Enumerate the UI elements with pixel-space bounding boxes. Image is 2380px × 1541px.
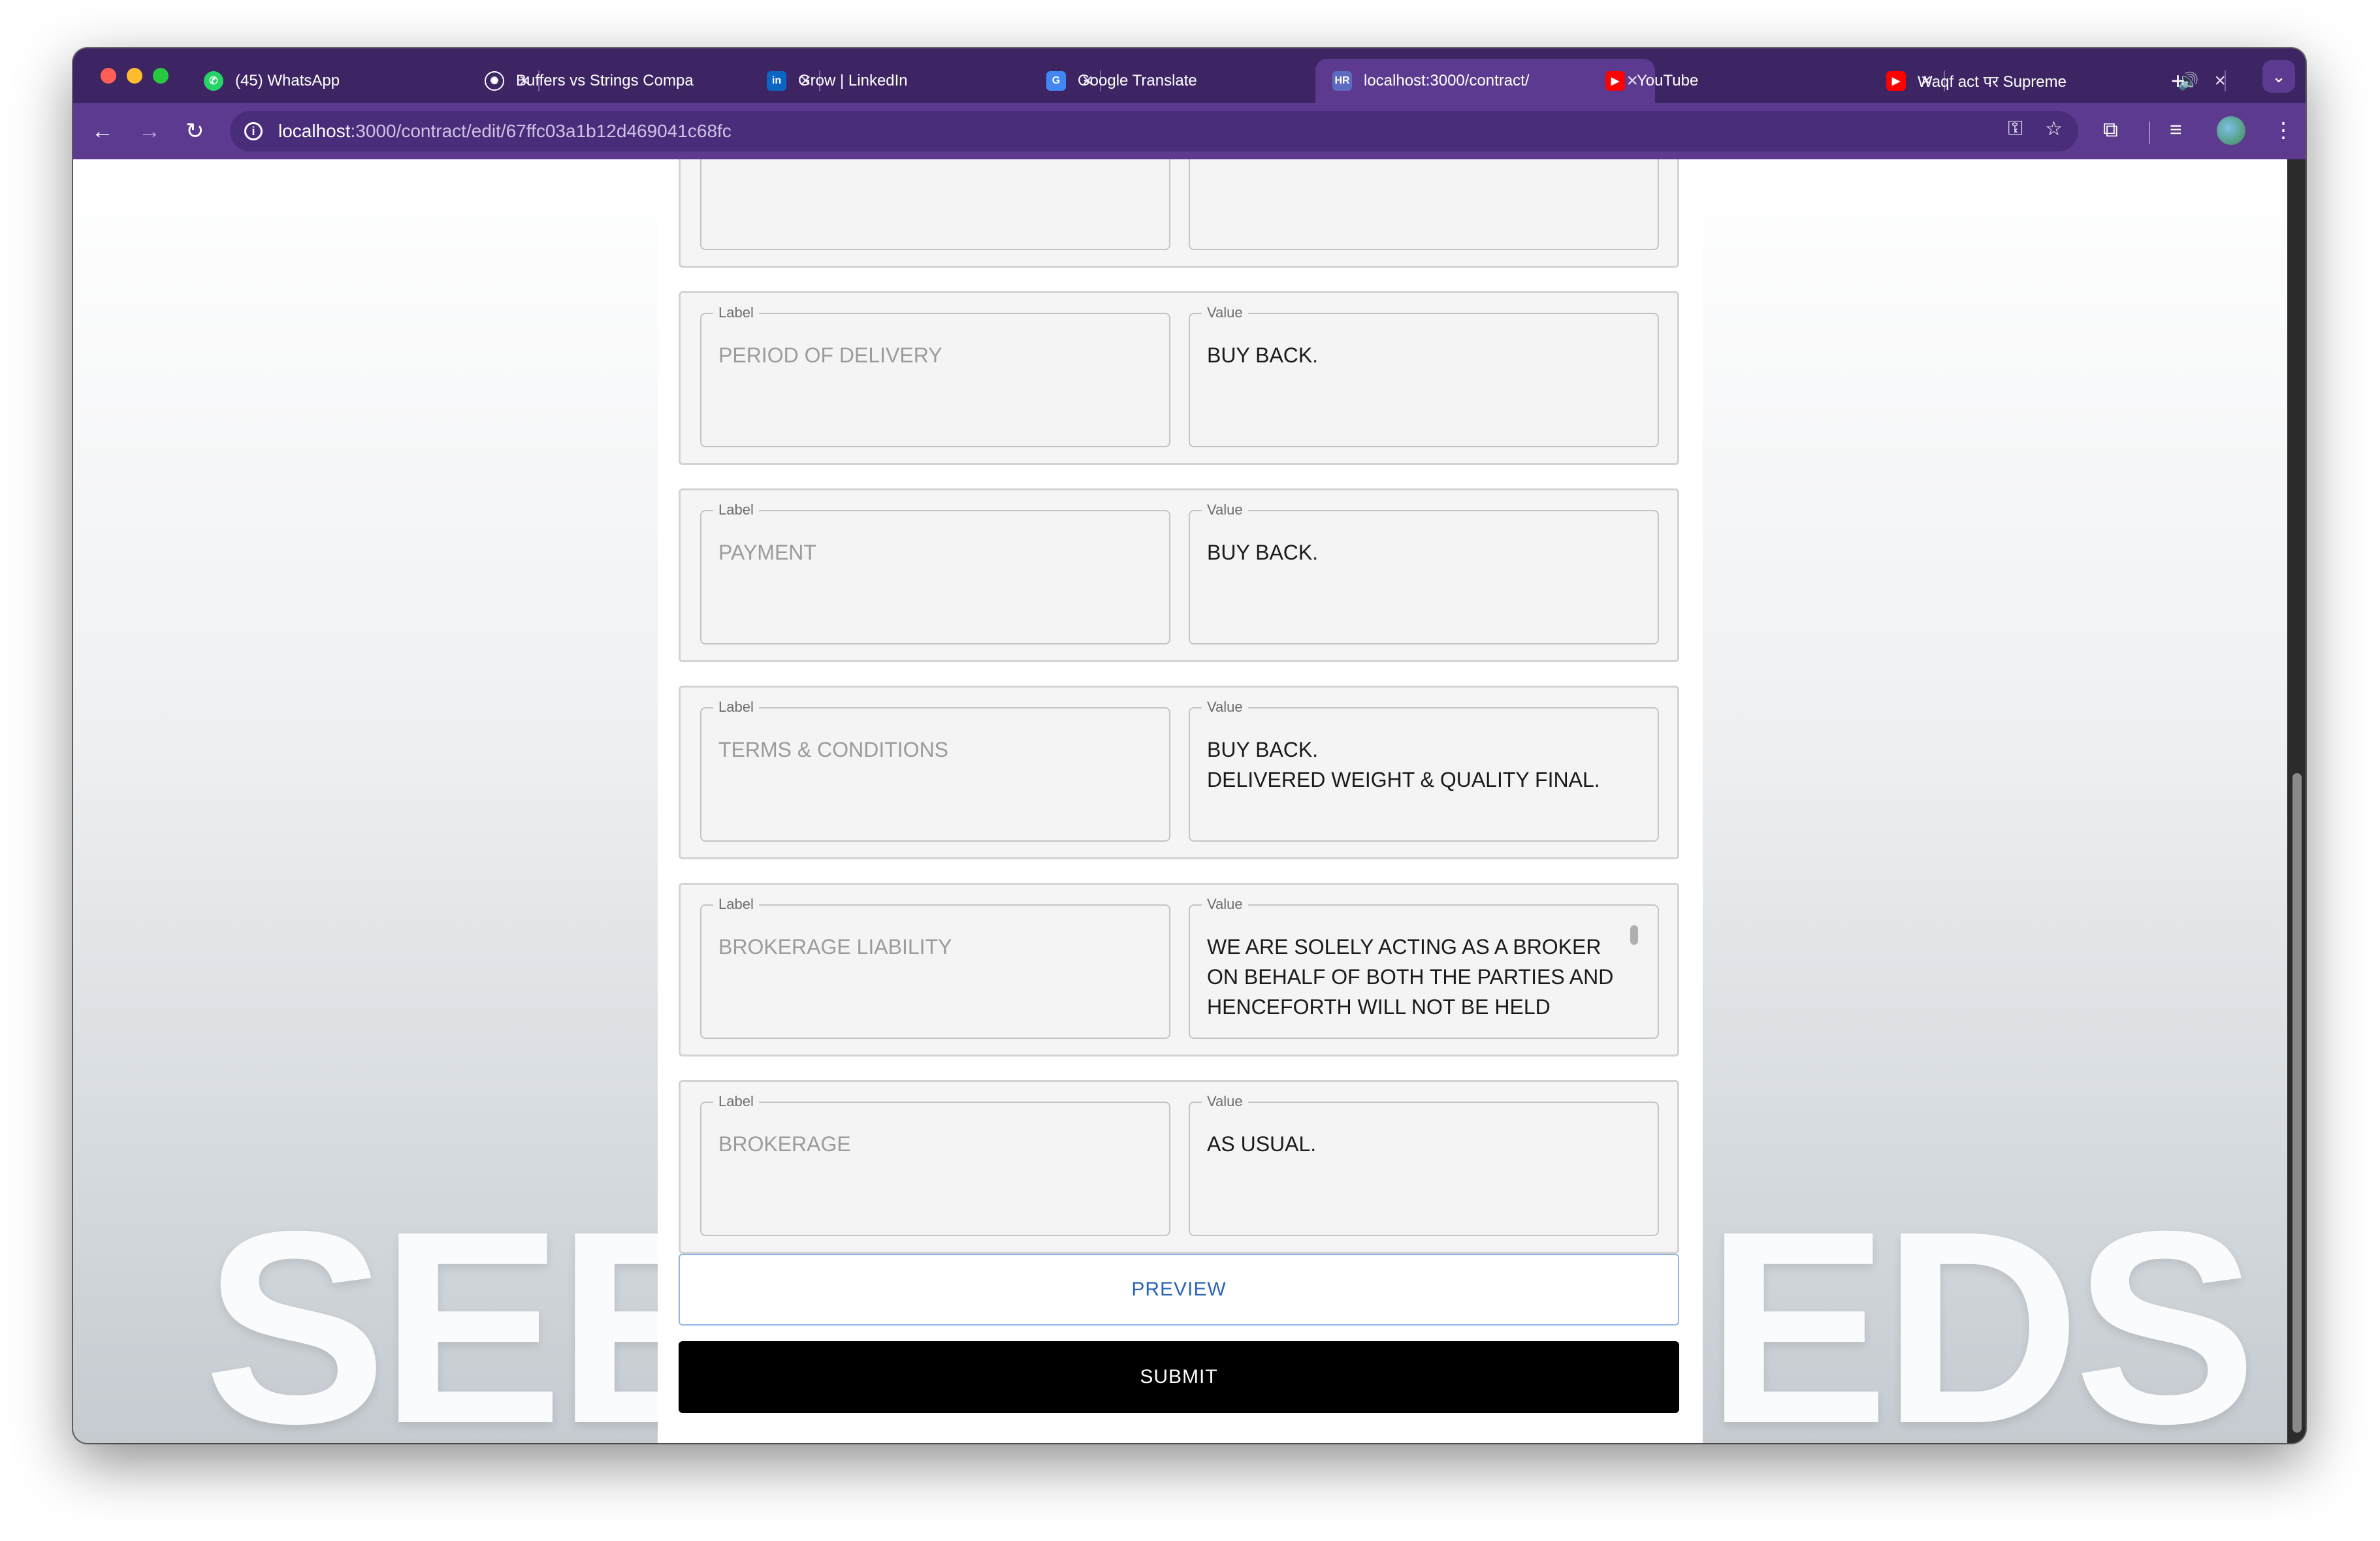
label-field[interactable]: Label BROKERAGE LIABILITY xyxy=(700,896,1170,1039)
value-text: BUY BACK. xyxy=(1207,541,1319,564)
site-info-icon[interactable]: i xyxy=(244,122,263,140)
tab-localhost[interactable]: HR localhost:3000/contract/ × xyxy=(1315,59,1655,103)
chatgpt-icon: ✺ xyxy=(485,71,504,91)
value-field[interactable]: Value WE ARE SOLELY ACTING AS A BROKER ON… xyxy=(1189,896,1659,1039)
label-text: PERIOD OF DELIVERY xyxy=(718,343,942,367)
submit-button[interactable]: SUBMIT xyxy=(679,1341,1679,1413)
label-legend: Label xyxy=(713,896,759,913)
new-tab-button[interactable]: + xyxy=(2171,59,2197,103)
value-field[interactable]: Value BUY BACK. xyxy=(1189,501,1659,644)
tab-whatsapp[interactable]: ✆ (45) WhatsApp × xyxy=(204,59,530,103)
linkedin-icon: in xyxy=(767,71,786,91)
value-text: BUY BACK. DELIVERED WEIGHT & QUALITY FIN… xyxy=(1207,738,1600,791)
value-legend: Value xyxy=(1202,699,1248,716)
contract-field-row: Label PAYMENT Value BUY BACK. xyxy=(679,488,1679,662)
reload-button[interactable]: ↻ xyxy=(185,116,204,146)
value-text: AS USUAL. xyxy=(1207,1132,1317,1156)
youtube-icon: ▶ xyxy=(1886,71,1906,91)
page-scrollbar-thumb[interactable] xyxy=(2292,773,2302,1433)
preview-button[interactable]: PREVIEW xyxy=(679,1254,1679,1326)
contract-edit-card: Label PERIOD OF DELIVERY Value BUY BACK. Lab… xyxy=(658,159,1703,1443)
background-logo-right: EDS xyxy=(1706,1175,2257,1444)
value-legend: Value xyxy=(1202,896,1248,913)
youtube-icon: ▶ xyxy=(1605,71,1625,91)
browser-toolbar: ← → ↻ i localhost:3000/contract/edit/67f… xyxy=(73,103,2306,159)
textarea-scrollbar[interactable] xyxy=(1630,925,1638,945)
chevron-down-icon: ⌄ xyxy=(2272,66,2286,86)
menu-kebab-icon[interactable]: ⋮ xyxy=(2273,118,2294,142)
tab-linkedin[interactable]: in Grow | LinkedIn × xyxy=(767,59,1093,103)
browser-window: ✆ (45) WhatsApp × ✺ Buffers vs Strings C… xyxy=(73,48,2306,1443)
value-field[interactable]: Value BUY BACK. DELIVERED WEIGHT & QUALIT… xyxy=(1189,699,1659,842)
label-field[interactable] xyxy=(700,159,1170,250)
label-legend: Label xyxy=(713,501,759,518)
contract-field-row: Label BROKERAGE LIABILITY Value WE ARE SOLE… xyxy=(679,883,1679,1056)
value-text: BUY BACK. xyxy=(1207,343,1319,367)
value-legend: Value xyxy=(1202,304,1248,321)
contract-field-row xyxy=(679,159,1679,268)
extensions-icon[interactable]: ⧉ xyxy=(2103,118,2118,142)
address-bar[interactable]: i localhost:3000/contract/edit/67ffc03a1… xyxy=(230,111,2078,151)
bookmark-star-icon[interactable]: ☆ xyxy=(2045,118,2063,140)
label-field[interactable]: Label PERIOD OF DELIVERY xyxy=(700,304,1170,447)
label-field[interactable]: Label BROKERAGE xyxy=(700,1093,1170,1236)
value-field[interactable]: Value AS USUAL. xyxy=(1189,1093,1659,1236)
tab-chatgpt[interactable]: ✺ Buffers vs Strings Compa × xyxy=(485,59,811,103)
password-key-icon[interactable]: ⚿ xyxy=(2008,118,2023,140)
tab-youtube[interactable]: ▶ YouTube × xyxy=(1605,59,1932,103)
label-text: BROKERAGE xyxy=(718,1132,851,1156)
forward-button[interactable]: → xyxy=(138,116,161,146)
close-window-button[interactable] xyxy=(101,68,116,84)
back-button[interactable]: ← xyxy=(91,116,114,146)
minimize-window-button[interactable] xyxy=(127,68,142,84)
hr-icon: HR xyxy=(1332,71,1352,91)
label-legend: Label xyxy=(713,1093,759,1110)
tab-strip: ✆ (45) WhatsApp × ✺ Buffers vs Strings C… xyxy=(73,48,2306,103)
label-text: PAYMENT xyxy=(718,541,816,564)
tab-search-button[interactable]: ⌄ xyxy=(2262,60,2295,93)
page-content: SEE EDS Label PERIOD OF DELIVERY Value BUY … xyxy=(73,159,2287,1443)
value-field[interactable] xyxy=(1189,159,1659,250)
value-legend: Value xyxy=(1202,1093,1248,1110)
value-field[interactable]: Value BUY BACK. xyxy=(1189,304,1659,447)
contract-field-row: Label PERIOD OF DELIVERY Value BUY BACK. xyxy=(679,291,1679,465)
zoom-window-button[interactable] xyxy=(153,68,169,84)
google-translate-icon: G xyxy=(1046,71,1066,91)
whatsapp-icon: ✆ xyxy=(204,71,223,91)
contract-field-row: Label TERMS & CONDITIONS Value BUY BACK. DE… xyxy=(679,686,1679,859)
background-logo-left: SEE xyxy=(204,1175,739,1444)
label-legend: Label xyxy=(713,304,759,321)
value-text: WE ARE SOLELY ACTING AS A BROKER ON BEHA… xyxy=(1207,935,1614,1019)
label-field[interactable]: Label TERMS & CONDITIONS xyxy=(700,699,1170,842)
label-legend: Label xyxy=(713,699,759,716)
label-text: TERMS & CONDITIONS xyxy=(718,738,949,761)
profile-avatar[interactable] xyxy=(2217,116,2245,145)
label-field[interactable]: Label PAYMENT xyxy=(700,501,1170,644)
value-legend: Value xyxy=(1202,501,1248,518)
media-controls-icon[interactable]: ≡ xyxy=(2170,118,2182,142)
label-text: BROKERAGE LIABILITY xyxy=(718,935,952,959)
contract-field-row: Label BROKERAGE Value AS USUAL. xyxy=(679,1080,1679,1254)
